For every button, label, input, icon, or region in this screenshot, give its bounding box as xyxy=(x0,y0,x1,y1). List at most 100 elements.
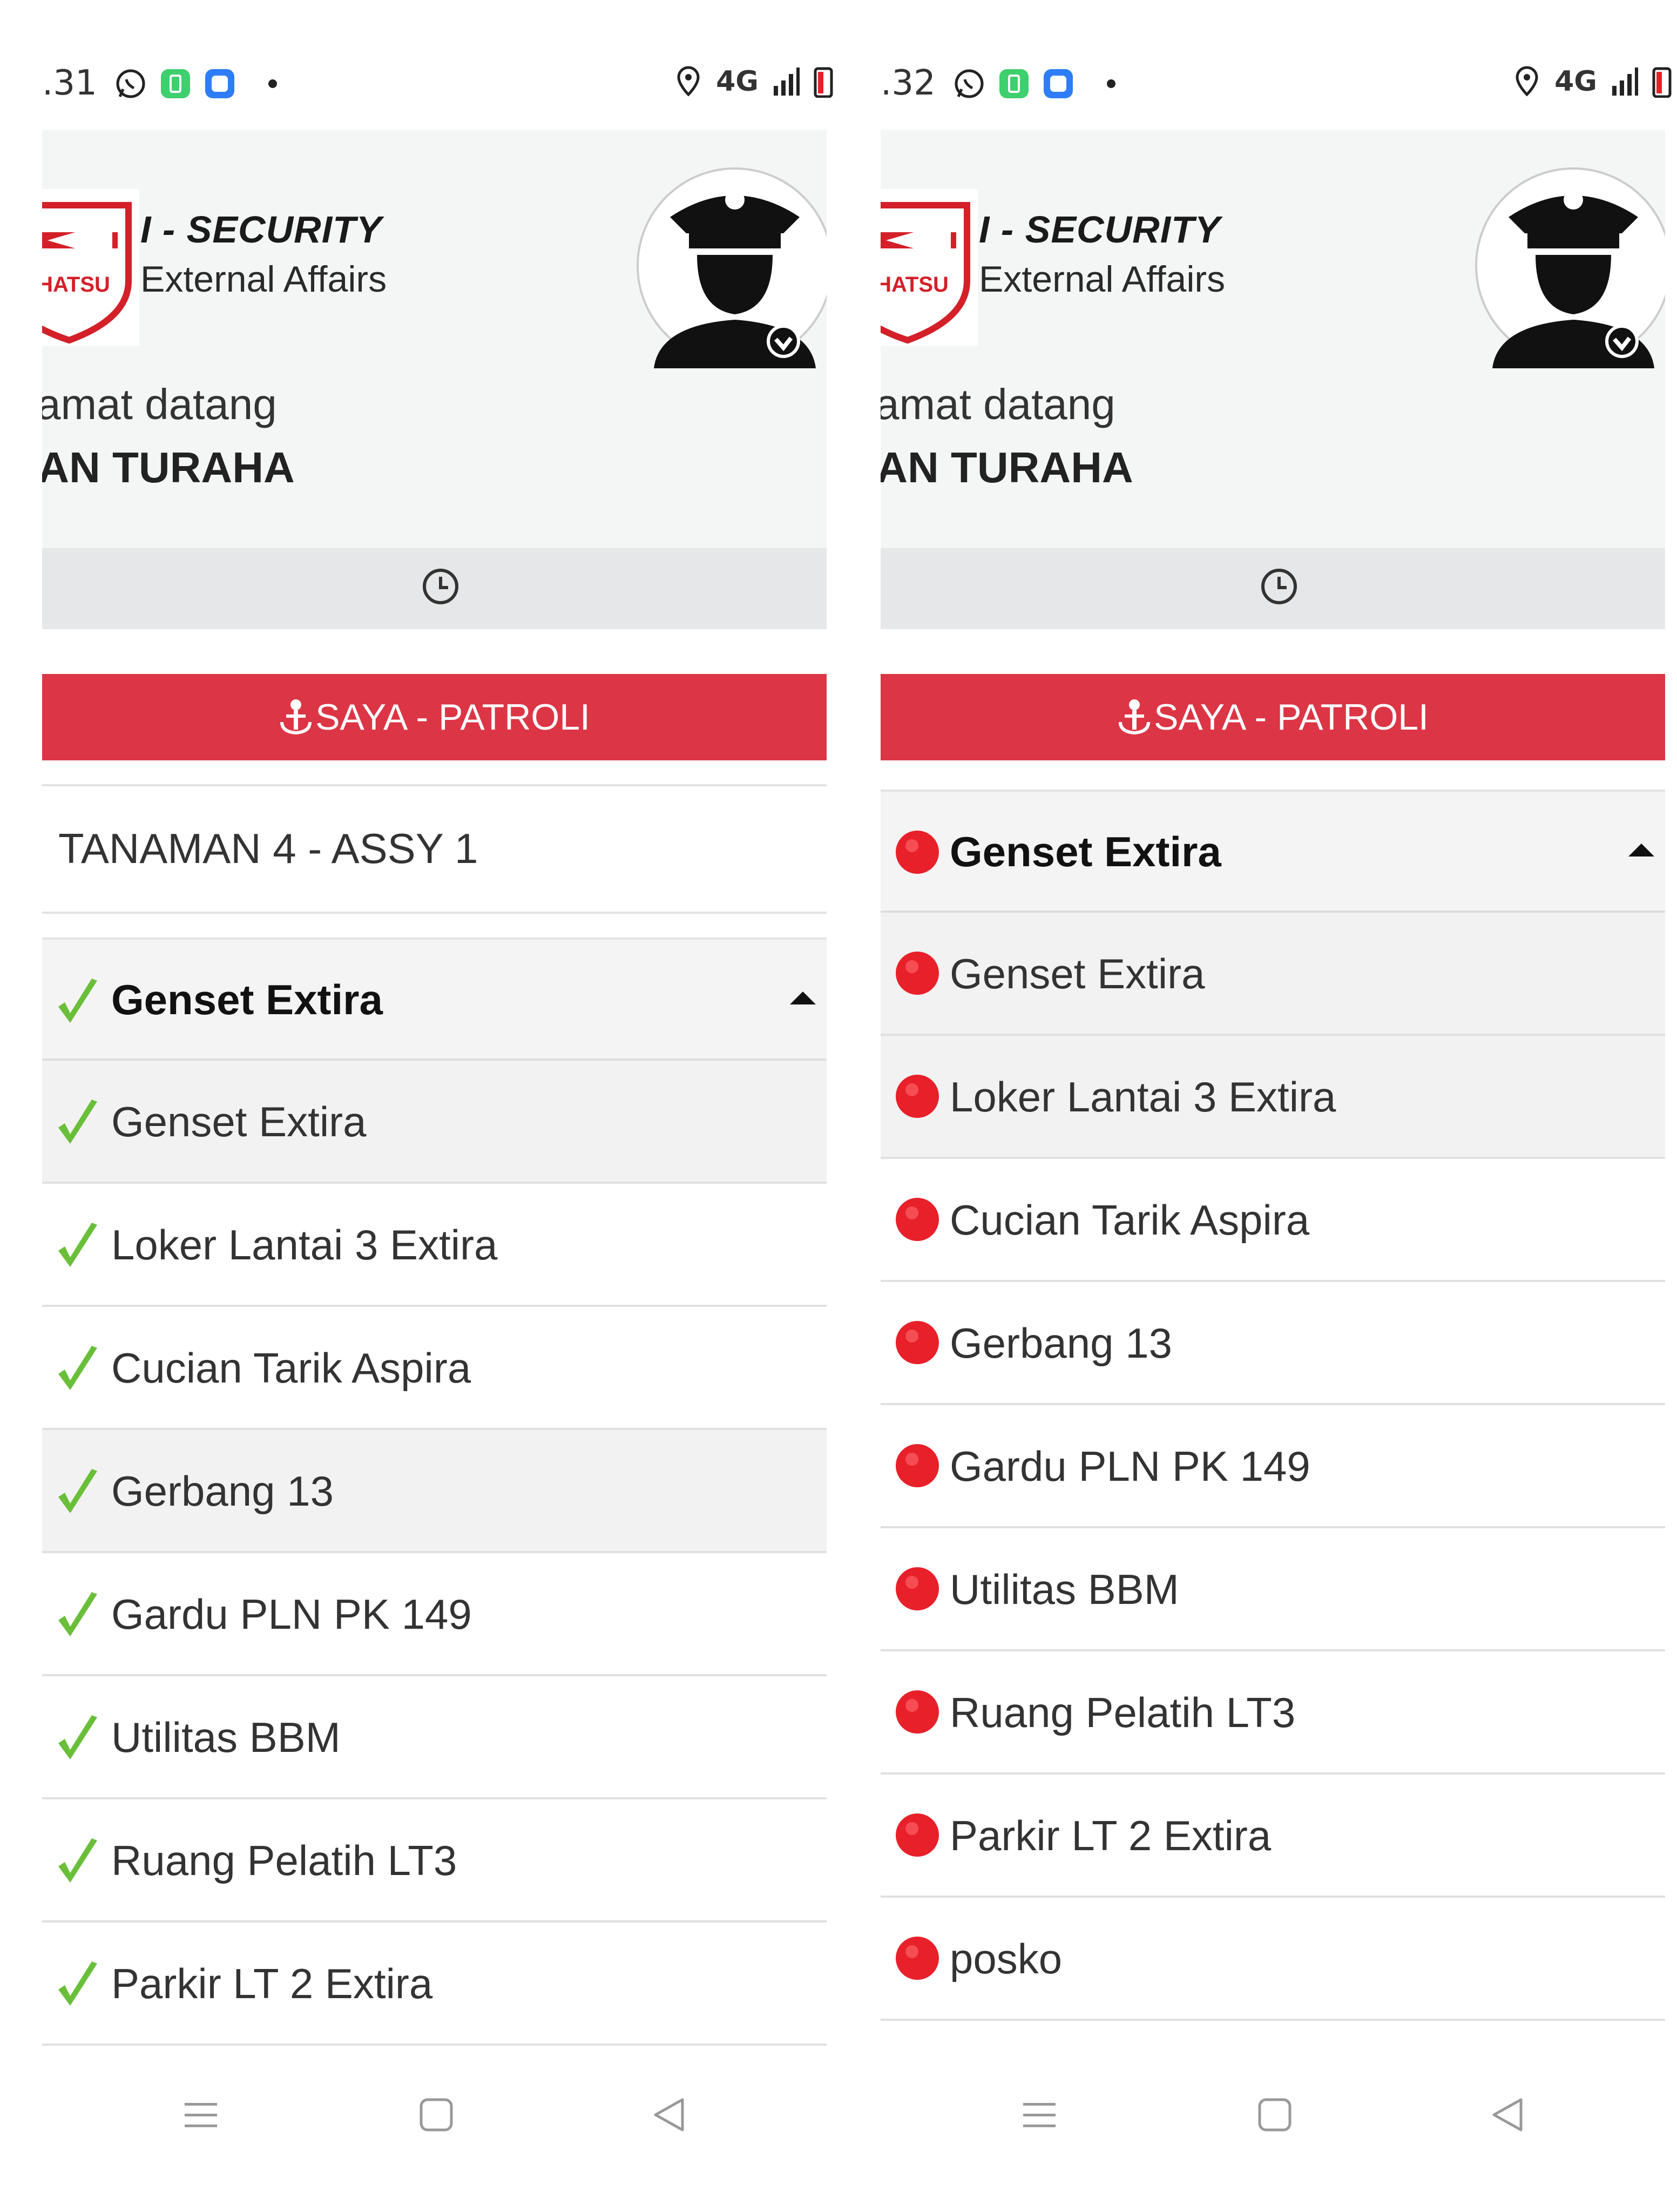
anchor-person-icon xyxy=(1119,699,1151,735)
checkpoint-label: Gerbang 13 xyxy=(950,1319,1172,1367)
checkpoint-row[interactable]: Genset Extira xyxy=(42,1061,827,1184)
signal-icon xyxy=(1612,68,1638,96)
checkpoint-label: posko xyxy=(950,1935,1063,1982)
red-dot-icon xyxy=(896,1198,939,1241)
checkpoint-label: Genset Extira xyxy=(111,1098,367,1145)
brand-logo: IHATSU xyxy=(881,189,978,346)
green-check-icon xyxy=(58,1469,97,1513)
back-icon[interactable] xyxy=(1489,2095,1527,2134)
avatar[interactable] xyxy=(632,163,827,368)
battery-icon xyxy=(814,67,833,98)
checkpoint-label: Loker Lantai 3 Extira xyxy=(950,1073,1336,1121)
security-guard-avatar-icon xyxy=(637,167,827,368)
username: IAN TURAHA xyxy=(42,443,295,491)
dot-icon xyxy=(268,79,277,88)
brand-logo: IHATSU xyxy=(42,189,139,346)
group-header[interactable]: Genset Extira xyxy=(881,790,1665,913)
menu-icon[interactable] xyxy=(181,2095,220,2134)
app-content: IHATSU I - SECURITY External Affairs ama… xyxy=(42,130,827,2058)
checkpoint-row[interactable]: posko xyxy=(881,1898,1665,2021)
green-check-icon xyxy=(58,1961,97,2006)
brand-logo-text: IHATSU xyxy=(42,273,110,296)
avatar[interactable] xyxy=(1471,163,1665,368)
status-bar: .32 4G xyxy=(838,51,1677,122)
signal-icon xyxy=(774,68,800,96)
caret-up-icon[interactable] xyxy=(1628,844,1654,857)
red-dot-icon xyxy=(896,1937,939,1980)
home-icon[interactable] xyxy=(417,2095,456,2134)
battery-icon xyxy=(1652,67,1672,98)
whatsapp-icon xyxy=(955,69,984,98)
group-header[interactable]: Genset Extira xyxy=(42,938,827,1061)
red-dot-icon xyxy=(896,1075,939,1118)
checkpoint-label: Utilitas BBM xyxy=(950,1566,1179,1613)
checkpoint-row[interactable]: Ruang Pelatih LT3 xyxy=(42,1799,827,1923)
red-dot-icon xyxy=(896,1321,939,1364)
checkpoint-label: Cucian Tarik Aspira xyxy=(111,1344,471,1392)
username: IAN TURAHA xyxy=(881,443,1133,491)
battery-saver-icon xyxy=(999,69,1029,98)
checkpoint-row[interactable]: Ruang Pelatih LT3 xyxy=(881,1651,1665,1775)
status-bar: .31 4G xyxy=(0,51,838,122)
area-item[interactable]: TANAMAN 4 - ASSY 1 xyxy=(42,784,827,914)
app-square-icon xyxy=(205,69,234,98)
app-subtitle: External Affairs xyxy=(140,259,387,300)
location-icon xyxy=(677,66,700,97)
network-label: 4G xyxy=(716,65,759,98)
back-icon[interactable] xyxy=(650,2095,689,2134)
screen-right: .32 4G IHATSU I - SECURITY xyxy=(838,0,1677,2212)
patrol-button[interactable]: SAYA - PATROLI xyxy=(881,674,1665,760)
checkpoint-label: Utilitas BBM xyxy=(111,1714,341,1761)
location-icon xyxy=(1516,66,1538,97)
menu-icon[interactable] xyxy=(1020,2095,1059,2134)
checkpoint-row[interactable]: Parkir LT 2 Extira xyxy=(42,1923,827,2046)
green-check-icon xyxy=(58,1223,97,1267)
patrol-button-label: SAYA - PATROLI xyxy=(315,697,590,738)
checkpoint-label: Parkir LT 2 Extira xyxy=(111,1960,433,2007)
caret-up-icon[interactable] xyxy=(790,992,816,1004)
checkpoint-row[interactable]: Cucian Tarik Aspira xyxy=(42,1307,827,1430)
dot-icon xyxy=(1107,79,1115,88)
app-header: IHATSU I - SECURITY External Affairs ama… xyxy=(881,130,1665,548)
app-header: IHATSU I - SECURITY External Affairs ama… xyxy=(42,130,827,548)
clock-bar[interactable] xyxy=(881,548,1665,629)
security-guard-avatar-icon xyxy=(1475,167,1665,368)
anchor-person-icon xyxy=(280,699,312,735)
group-label: Genset Extira xyxy=(111,976,383,1023)
checkpoint-row[interactable]: Gardu PLN PK 149 xyxy=(881,1405,1665,1528)
checkpoint-label: Cucian Tarik Aspira xyxy=(950,1196,1310,1244)
checkpoint-label: Genset Extira xyxy=(950,950,1205,997)
checkpoint-row[interactable]: Utilitas BBM xyxy=(42,1676,827,1799)
checkpoint-row[interactable]: Gerbang 13 xyxy=(42,1430,827,1553)
system-nav-bar xyxy=(0,2058,838,2212)
clock-icon xyxy=(423,569,458,604)
checkpoint-row[interactable]: Parkir LT 2 Extira xyxy=(881,1775,1665,1898)
checkpoint-row[interactable]: Cucian Tarik Aspira xyxy=(881,1159,1665,1282)
app-square-icon xyxy=(1044,69,1073,98)
green-check-icon xyxy=(58,1100,97,1144)
checkpoint-row[interactable]: Loker Lantai 3 Extira xyxy=(881,1036,1665,1159)
status-time: .32 xyxy=(881,63,936,103)
checkpoint-row[interactable]: Gerbang 13 xyxy=(881,1282,1665,1405)
checkpoint-row[interactable]: Utilitas BBM xyxy=(881,1528,1665,1651)
red-dot-icon xyxy=(896,1444,939,1487)
red-dot-icon xyxy=(896,831,939,874)
red-dot-icon xyxy=(896,952,939,995)
welcome-text: amat datang xyxy=(42,380,277,428)
green-check-icon xyxy=(58,1715,97,1759)
green-check-icon xyxy=(58,1838,97,1883)
checkpoint-label: Gardu PLN PK 149 xyxy=(950,1442,1310,1490)
whatsapp-icon xyxy=(116,69,145,98)
checkpoint-row[interactable]: Genset Extira xyxy=(881,913,1665,1036)
green-check-icon xyxy=(58,1592,97,1636)
clock-bar[interactable] xyxy=(42,548,827,629)
checkpoint-label: Ruang Pelatih LT3 xyxy=(950,1689,1296,1736)
home-icon[interactable] xyxy=(1255,2095,1294,2134)
checkpoint-row[interactable]: Loker Lantai 3 Extira xyxy=(42,1184,827,1307)
red-dot-icon xyxy=(896,1567,939,1610)
green-check-icon xyxy=(58,1346,97,1390)
checkpoint-row[interactable]: Gardu PLN PK 149 xyxy=(42,1553,827,1676)
brand-logo-text: IHATSU xyxy=(881,273,949,296)
patrol-button[interactable]: SAYA - PATROLI xyxy=(42,674,827,760)
checkpoint-label: Gardu PLN PK 149 xyxy=(111,1590,472,1638)
